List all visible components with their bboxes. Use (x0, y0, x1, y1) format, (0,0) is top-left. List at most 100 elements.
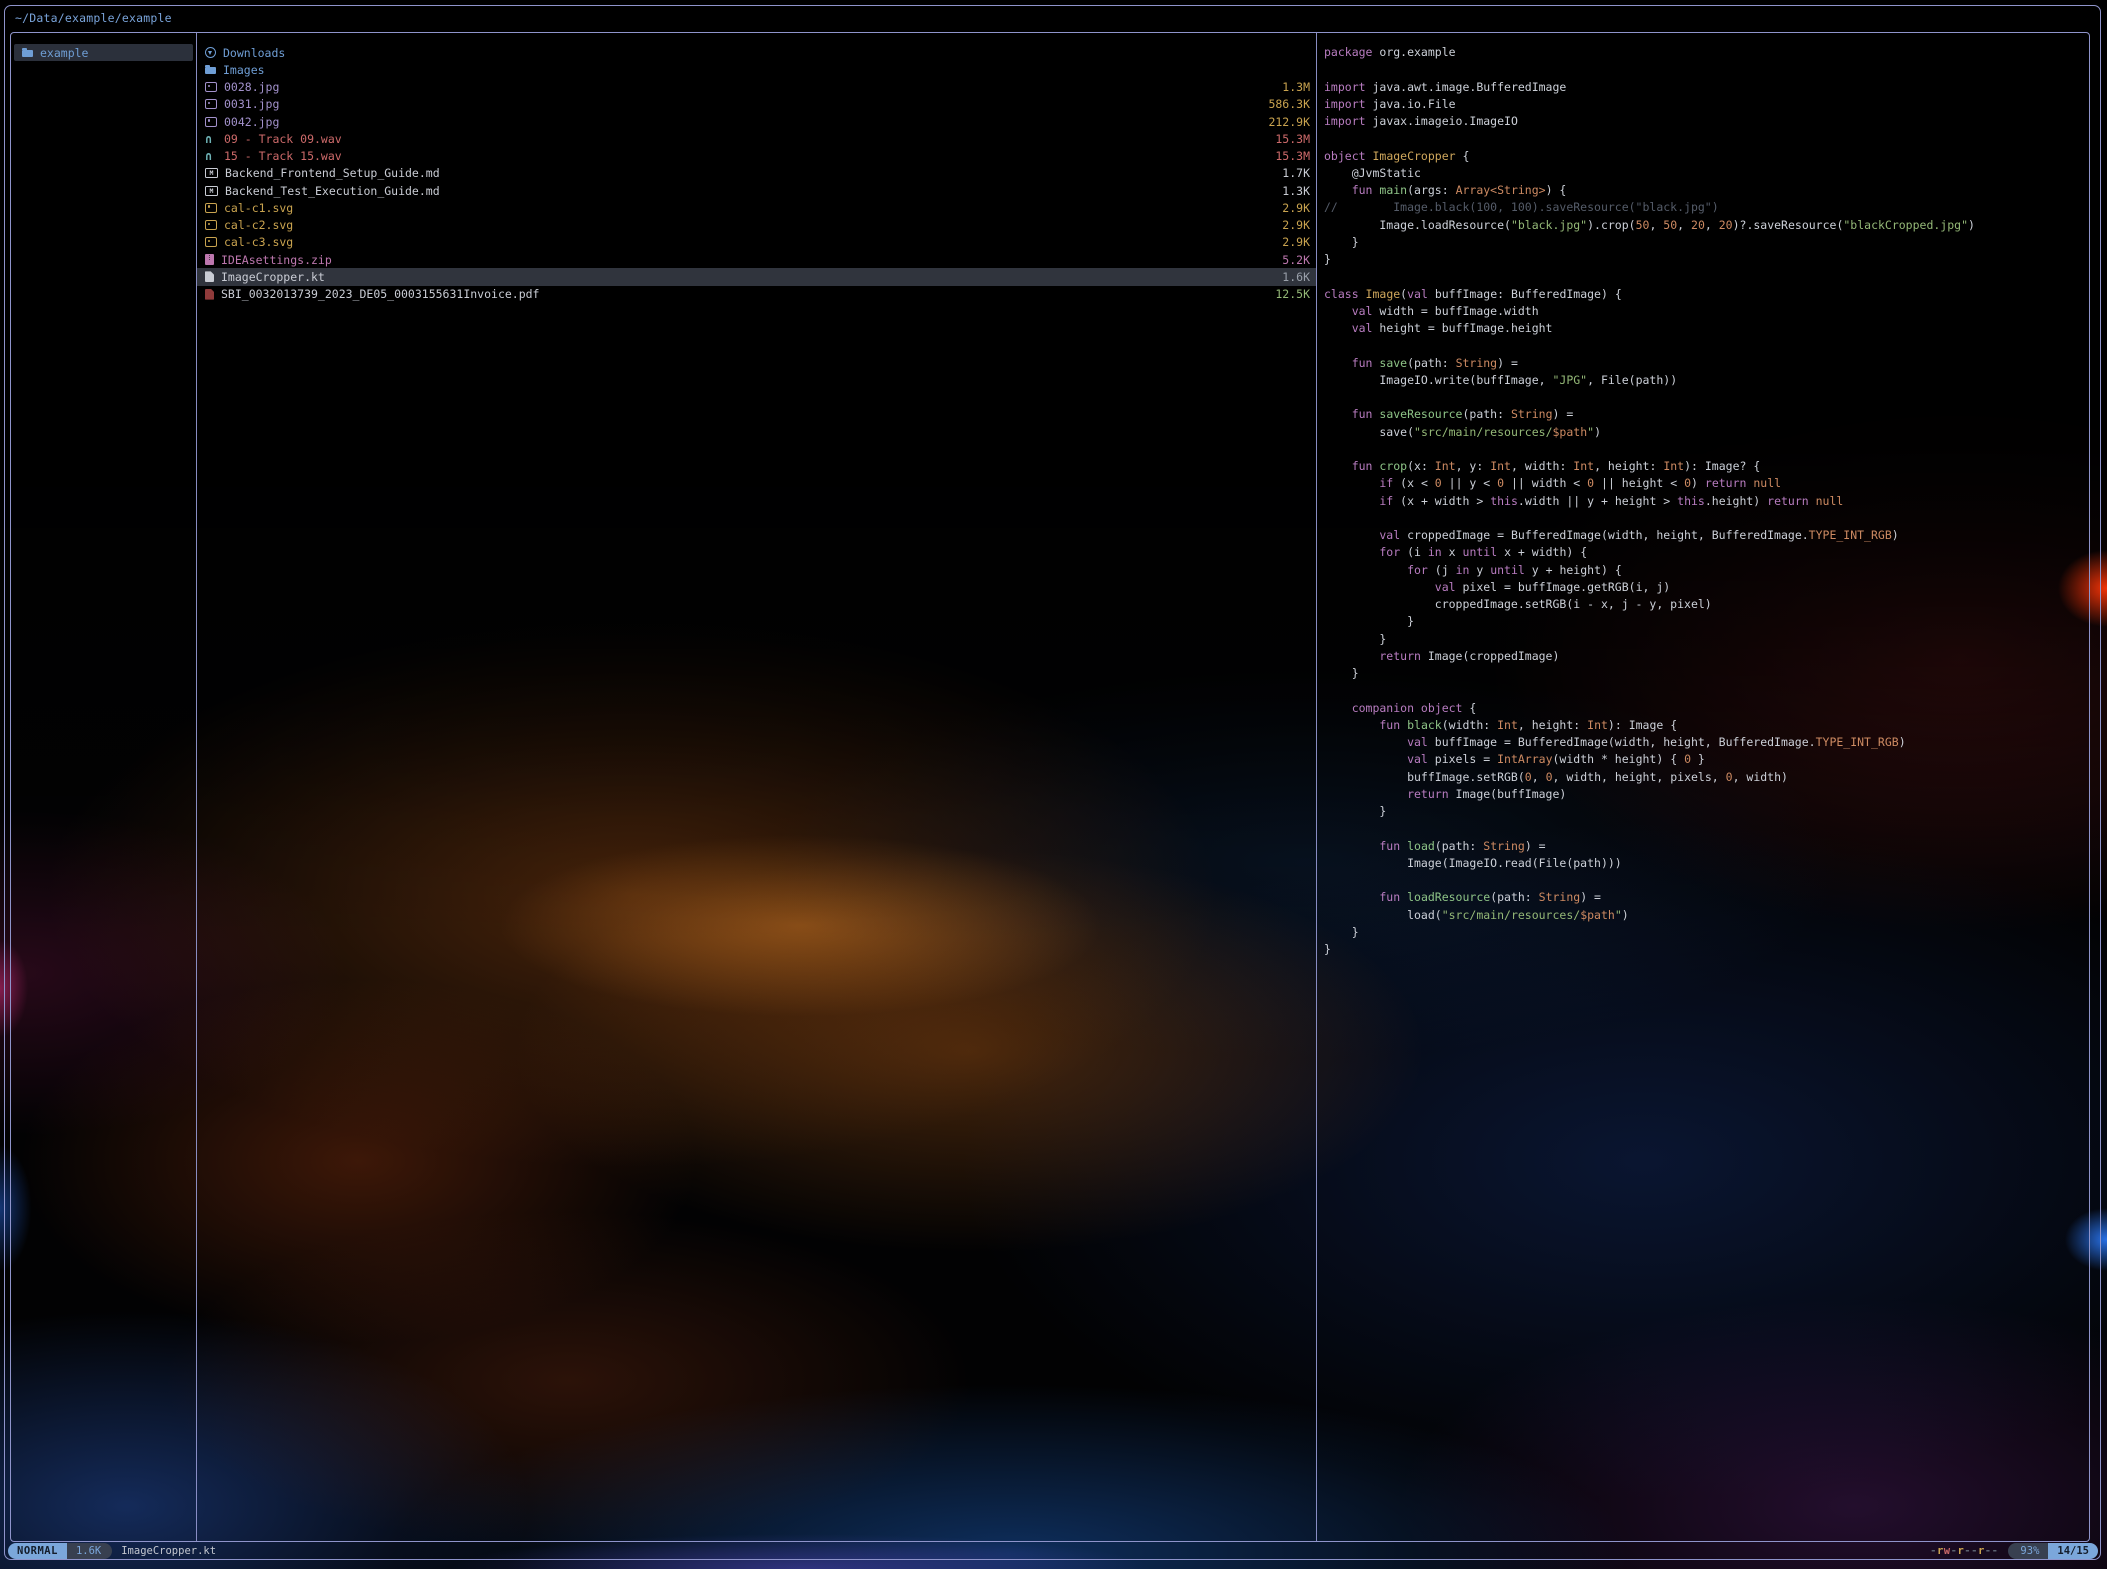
code-line: fun load(path: String) = (1324, 838, 2089, 855)
code-line (1324, 130, 2089, 147)
file-size: 2.9K (1282, 235, 1310, 249)
file-row[interactable]: Images (197, 61, 1316, 78)
code-line: val croppedImage = BufferedImage(width, … (1324, 527, 2089, 544)
file-row[interactable]: ∩ 15 - Track 15.wav 15.3M (197, 148, 1316, 165)
code-line: companion object { (1324, 700, 2089, 717)
code-line: val buffImage = BufferedImage(width, hei… (1324, 734, 2089, 751)
code-line: fun save(path: String) = (1324, 355, 2089, 372)
file-name: cal-c3.svg (224, 235, 293, 249)
code-line: } (1324, 665, 2089, 682)
status-right: -rw-r--r-- 93% 14/15 (1930, 1543, 2098, 1559)
file-name: SBI_0032013739_2023_DE05_0003155631Invoi… (221, 287, 540, 301)
code-line: val pixel = buffImage.getRGB(i, j) (1324, 579, 2089, 596)
mode-pill: NORMAL 1.6K (8, 1543, 112, 1559)
code-line (1324, 820, 2089, 837)
file-row[interactable]: cal-c2.svg2.9K (197, 217, 1316, 234)
file-size: 15.3M (1275, 132, 1310, 146)
folder-icon (22, 50, 33, 57)
code-line (1324, 510, 2089, 527)
audio-icon: ∩ (205, 151, 217, 161)
code-line: fun loadResource(path: String) = (1324, 889, 2089, 906)
kotlin-file-icon (205, 271, 214, 282)
file-name: 09 - Track 09.wav (224, 132, 342, 146)
file-size: 2.9K (1282, 201, 1310, 215)
code-line (1324, 268, 2089, 285)
download-folder-icon (205, 47, 216, 58)
image-icon (205, 82, 217, 92)
code-line: buffImage.setRGB(0, 0, width, height, pi… (1324, 769, 2089, 786)
audio-icon: ∩ (205, 134, 217, 144)
breadcrumb-path: ~/Data/example/example (15, 11, 172, 25)
code-line: croppedImage.setRGB(i - x, j - y, pixel) (1324, 596, 2089, 613)
parent-directory-pane: example (11, 33, 196, 1541)
code-line: save("src/main/resources/$path") (1324, 424, 2089, 441)
code-line: class Image(val buffImage: BufferedImage… (1324, 286, 2089, 303)
file-size: 12.5K (1275, 287, 1310, 301)
file-size: 5.2K (1282, 253, 1310, 267)
file-name: cal-c2.svg (224, 218, 293, 232)
file-name: 15 - Track 15.wav (224, 149, 342, 163)
code-line: return Image(croppedImage) (1324, 648, 2089, 665)
file-row[interactable]: Downloads (197, 44, 1316, 61)
cursor-position: 14/15 (2048, 1543, 2098, 1559)
file-name: Images (223, 63, 265, 77)
file-row[interactable]: SBI_0032013739_2023_DE05_0003155631Invoi… (197, 286, 1316, 303)
archive-icon (205, 254, 214, 265)
code-line (1324, 337, 2089, 354)
code-line: } (1324, 631, 2089, 648)
markdown-icon (205, 168, 218, 178)
code-line: val width = buffImage.width (1324, 303, 2089, 320)
code-line: import java.io.File (1324, 96, 2089, 113)
code-line (1324, 441, 2089, 458)
code-line: load("src/main/resources/$path") (1324, 907, 2089, 924)
code-line (1324, 682, 2089, 699)
file-row[interactable]: cal-c3.svg 2.9K (197, 234, 1316, 251)
file-row[interactable]: Backend_Frontend_Setup_Guide.md 1.7K (197, 165, 1316, 182)
file-row[interactable]: 0028.jpg 1.3M (197, 79, 1316, 96)
code-line: } (1324, 251, 2089, 268)
code-line: } (1324, 234, 2089, 251)
file-row[interactable]: ∩ 09 - Track 09.wav 15.3M (197, 130, 1316, 147)
markdown-icon (205, 186, 218, 196)
code-line (1324, 61, 2089, 78)
pane-divider (196, 33, 197, 1541)
code-line: import javax.imageio.ImageIO (1324, 113, 2089, 130)
file-row[interactable]: IDEAsettings.zip5.2K (197, 251, 1316, 268)
code-line: val height = buffImage.height (1324, 320, 2089, 337)
file-row[interactable]: 0031.jpg 586.3K (197, 96, 1316, 113)
file-row[interactable]: cal-c1.svg2.9K (197, 199, 1316, 216)
file-name: ImageCropper.kt (221, 270, 325, 284)
file-name: 0042.jpg (224, 115, 279, 129)
code-line: Image.loadResource("black.jpg").crop(50,… (1324, 217, 2089, 234)
parent-directory-item[interactable]: example (14, 44, 193, 61)
file-size: 15.3M (1275, 149, 1310, 163)
status-bar: NORMAL 1.6K ImageCropper.kt -rw-r--r-- 9… (8, 1542, 2098, 1559)
file-size: 586.3K (1268, 97, 1310, 111)
file-size: 1.3M (1282, 80, 1310, 94)
file-name: Backend_Test_Execution_Guide.md (225, 184, 440, 198)
file-size: 1.7K (1282, 166, 1310, 180)
file-row[interactable]: ImageCropper.kt1.6K (197, 268, 1316, 285)
code-line (1324, 872, 2089, 889)
current-directory-pane: Downloads Images 0028.jpg 1.3M 0031.jpg 586.3… (197, 33, 1316, 1541)
code-line: Image(ImageIO.read(File(path))) (1324, 855, 2089, 872)
code-line: val pixels = IntArray(width * height) { … (1324, 751, 2089, 768)
directory-name: example (40, 46, 88, 60)
pdf-icon (205, 289, 214, 300)
svg-image-icon (205, 237, 217, 247)
code-line: fun main(args: Array<String>) { (1324, 182, 2089, 199)
file-size-indicator: 1.6K (67, 1543, 112, 1559)
file-name: Backend_Frontend_Setup_Guide.md (225, 166, 440, 180)
file-row[interactable]: 0042.jpg212.9K (197, 113, 1316, 130)
file-name: 0031.jpg (224, 97, 279, 111)
scroll-percent: 93% (2008, 1543, 2048, 1559)
status-filename: ImageCropper.kt (121, 1545, 216, 1557)
code-line: object ImageCropper { (1324, 148, 2089, 165)
file-size: 1.3K (1282, 184, 1310, 198)
code-line: fun crop(x: Int, y: Int, width: Int, hei… (1324, 458, 2089, 475)
code-line (1324, 389, 2089, 406)
code-line: } (1324, 924, 2089, 941)
file-name: 0028.jpg (224, 80, 279, 94)
image-icon (205, 99, 217, 109)
file-row[interactable]: Backend_Test_Execution_Guide.md 1.3K (197, 182, 1316, 199)
